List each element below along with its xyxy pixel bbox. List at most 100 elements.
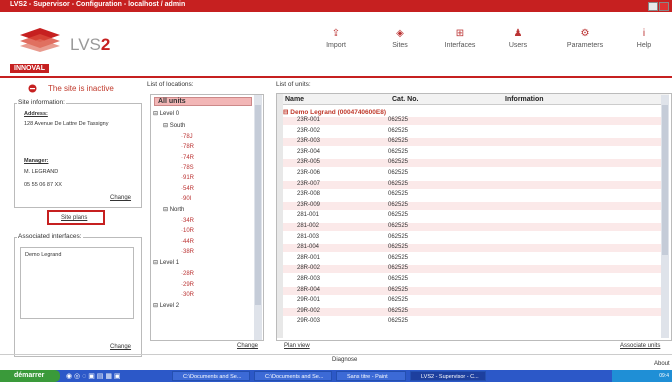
location-item[interactable]: ·90I: [181, 196, 191, 202]
units-group-row[interactable]: ⊟ Demo Legrand (0004740600E8): [283, 108, 386, 116]
location-item[interactable]: ⊟ Level 2: [153, 302, 179, 309]
location-item[interactable]: ·10R: [181, 228, 194, 234]
units-scroll-thumb[interactable]: [662, 105, 668, 255]
tree-toggle-icon[interactable]: ⊟: [163, 207, 170, 213]
table-row[interactable]: 23R-002 062525: [283, 127, 661, 136]
table-row[interactable]: 28R-002 062525: [283, 265, 661, 274]
locations-scroll-thumb[interactable]: [255, 105, 261, 305]
location-item[interactable]: ·29R: [181, 282, 194, 288]
location-item[interactable]: ·54R: [181, 186, 194, 192]
unit-cat-no: 062525: [388, 223, 409, 229]
unit-cat-no: 062525: [388, 117, 409, 123]
diagnose-link[interactable]: Diagnose: [332, 357, 357, 363]
nav-sites[interactable]: ◈ Sites: [375, 28, 425, 49]
start-button[interactable]: démarrer: [0, 370, 60, 382]
table-row[interactable]: 29R-002 062525: [283, 307, 661, 316]
tree-toggle-icon[interactable]: ⊟: [153, 111, 160, 117]
locations-change-link[interactable]: Change: [237, 343, 258, 349]
unit-name: 29R-003: [297, 318, 321, 325]
tab-innoval[interactable]: INNOVAL: [10, 64, 49, 73]
table-row[interactable]: 23R-009 062525: [283, 201, 661, 210]
table-row[interactable]: 23R-006 062525: [283, 170, 661, 178]
table-row[interactable]: 23R-005 062525: [283, 159, 661, 168]
unit-cat-no: 062525: [388, 201, 409, 208]
location-item[interactable]: ⊟ North: [163, 206, 184, 213]
table-row[interactable]: 23R-003 062525: [283, 138, 661, 147]
location-item[interactable]: ·78J: [181, 134, 193, 140]
os-taskbar: démarrer ◉ ◎ ◌ ▣ ▤ ▦ ▣ C:\Documents and …: [0, 370, 672, 382]
unit-cat-no: 062525: [388, 191, 409, 198]
nav-interfaces[interactable]: ⊞ Interfaces: [435, 28, 485, 49]
table-row[interactable]: 23R-004 062525: [283, 148, 661, 157]
units-scrollbar[interactable]: [661, 95, 669, 338]
location-item[interactable]: ·74R: [181, 155, 194, 161]
interfaces-list[interactable]: Demo Legrand: [20, 247, 134, 319]
all-units-item[interactable]: All units: [154, 97, 252, 106]
unit-name: 28R-004: [297, 286, 321, 293]
site-plans-link[interactable]: Site plans: [61, 215, 87, 221]
clock: 09:4: [659, 373, 669, 379]
table-row[interactable]: 281-004 062525: [283, 244, 661, 253]
tree-toggle-icon[interactable]: ⊟: [153, 303, 160, 309]
about-link[interactable]: About: [654, 361, 670, 367]
tree-toggle-icon[interactable]: ⊟: [163, 123, 170, 129]
unit-name: 23R-001: [297, 117, 321, 123]
associate-units-link[interactable]: Associate units: [620, 343, 660, 349]
close-button[interactable]: [659, 2, 669, 11]
taskbar-item-lvs2[interactable]: LVS2 - Supervisor - C...: [410, 371, 486, 381]
status-icon: [28, 84, 40, 94]
nav-parameters[interactable]: ⚙ Parameters: [560, 28, 610, 49]
table-row[interactable]: 28R-004 062525: [283, 286, 661, 295]
nav-import[interactable]: ⇪ Import: [311, 28, 361, 49]
site-plans-button[interactable]: Site plans: [47, 210, 105, 225]
interfaces-change-link[interactable]: Change: [110, 344, 131, 350]
unit-cat-no: 062525: [388, 297, 409, 304]
table-row[interactable]: 28R-001 062525: [283, 254, 661, 263]
taskbar-item-explorer-2[interactable]: C:\Documents and Se...: [254, 371, 332, 381]
location-item[interactable]: ·28R: [181, 271, 194, 277]
nav-users[interactable]: ♟ Users: [493, 28, 543, 49]
location-item[interactable]: ·78R: [181, 144, 194, 150]
unit-name: 28R-002: [297, 265, 321, 272]
location-item[interactable]: ·91R: [181, 175, 194, 181]
unit-name: 23R-005: [297, 159, 321, 166]
interface-item[interactable]: Demo Legrand: [25, 252, 61, 258]
column-name[interactable]: Name: [285, 96, 304, 103]
location-item[interactable]: ·78S: [181, 165, 194, 171]
location-item[interactable]: ⊟ Level 1: [153, 259, 179, 266]
locations-tree[interactable]: All units ⊟ Level 0 ⊟ South ·78J ·78R ·74R ·7…: [150, 94, 264, 341]
tree-toggle-icon[interactable]: ⊟: [153, 260, 160, 266]
nav-help[interactable]: i Help: [619, 28, 669, 49]
table-row[interactable]: 28R-003 062525: [283, 276, 661, 284]
minimize-button[interactable]: [648, 2, 658, 11]
table-row[interactable]: 29R-003 062525: [283, 318, 661, 327]
unit-name: 281-003: [297, 233, 320, 240]
table-row[interactable]: 281-003 062525: [283, 233, 661, 242]
users-icon: ♟: [513, 28, 523, 39]
table-row[interactable]: 23R-007 062525: [283, 180, 661, 189]
location-item[interactable]: ⊟ South: [163, 122, 185, 129]
location-item[interactable]: ·30R: [181, 292, 194, 298]
table-row[interactable]: 23R-001 062525: [283, 117, 661, 125]
column-cat-no[interactable]: Cat. No.: [392, 96, 418, 103]
quick-launch-icons[interactable]: ◉ ◎ ◌ ▣ ▤ ▦ ▣: [66, 372, 121, 380]
app-header: LVS2 ⇪ Import ◈ Sites ⊞ Interfaces ♟ Use…: [0, 12, 672, 62]
table-row[interactable]: 29R-001 062525: [283, 297, 661, 306]
site-information-panel: [14, 103, 142, 208]
location-item[interactable]: ·44R: [181, 239, 194, 245]
taskbar-item-paint[interactable]: Sans titre - Paint: [336, 371, 406, 381]
taskbar-item-explorer-1[interactable]: C:\Documents and Se...: [172, 371, 250, 381]
location-item[interactable]: ·34R: [181, 218, 194, 224]
location-item[interactable]: ⊟ Level 0: [153, 110, 179, 117]
units-title: List of units:: [276, 81, 311, 88]
table-row[interactable]: 281-001 062525: [283, 212, 661, 221]
parameters-icon: ⚙: [580, 28, 590, 39]
locations-scrollbar[interactable]: [254, 95, 262, 340]
unit-cat-no: 062525: [388, 286, 409, 293]
location-item[interactable]: ·38R: [181, 249, 194, 255]
site-info-change-link[interactable]: Change: [110, 195, 131, 201]
plan-view-link[interactable]: Plan view: [284, 343, 310, 349]
column-information[interactable]: Information: [505, 96, 544, 103]
table-row[interactable]: 23R-008 062525: [283, 191, 661, 200]
table-row[interactable]: 281-002 062525: [283, 223, 661, 231]
